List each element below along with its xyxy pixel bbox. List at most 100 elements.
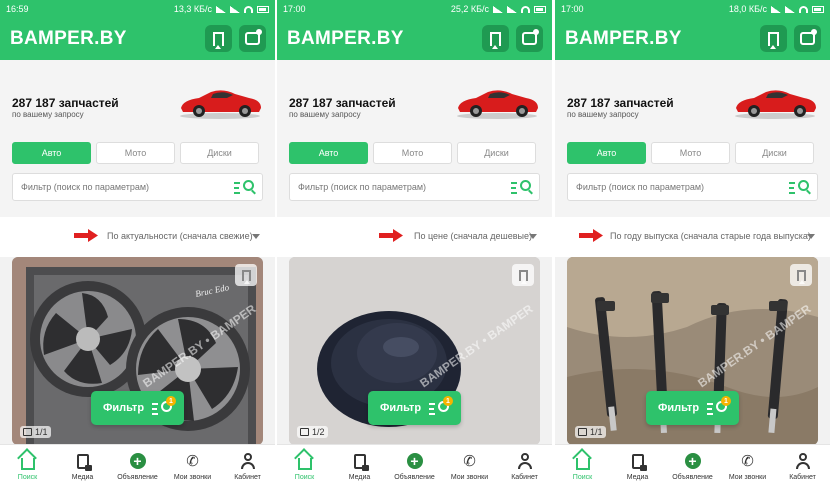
nav-media[interactable]: Медиа bbox=[55, 445, 110, 489]
network-speed: 25,2 КБ/с bbox=[450, 4, 489, 14]
phone-icon: ✆ bbox=[741, 453, 754, 470]
tab-wheels[interactable]: Диски bbox=[735, 142, 814, 164]
chevron-down-icon bbox=[252, 234, 260, 239]
filter-count-badge: 1 bbox=[721, 396, 731, 406]
nav-cabinet[interactable]: Кабинет bbox=[775, 445, 830, 489]
bookmarks-button[interactable] bbox=[482, 25, 509, 52]
nav-cabinet[interactable]: Кабинет bbox=[220, 445, 275, 489]
tab-auto[interactable]: Авто bbox=[567, 142, 646, 164]
network-speed: 13,3 КБ/с bbox=[173, 4, 212, 14]
sort-row[interactable]: По году выпуска (сначала старые года вып… bbox=[555, 217, 830, 257]
search-placeholder: Фильтр (поиск по параметрам) bbox=[298, 182, 427, 192]
tab-wheels[interactable]: Диски bbox=[457, 142, 536, 164]
user-icon bbox=[517, 453, 532, 469]
favorite-button[interactable] bbox=[790, 264, 812, 286]
favorite-button[interactable] bbox=[235, 264, 257, 286]
status-time: 17:00 bbox=[283, 4, 306, 14]
sort-label[interactable]: По актуальности (сначала свежие) bbox=[107, 231, 253, 241]
red-car-illustration bbox=[735, 90, 816, 119]
chat-icon bbox=[800, 29, 817, 45]
status-bar: 17:00 25,2 КБ/с bbox=[277, 0, 552, 18]
screens-comparison: 16:59 13,3 КБ/с BAMPER.BY 287 187 запчас… bbox=[0, 0, 830, 489]
filter-search-input[interactable]: Фильтр (поиск по параметрам) bbox=[567, 173, 818, 201]
tab-wheels[interactable]: Диски bbox=[180, 142, 259, 164]
tab-auto[interactable]: Авто bbox=[12, 142, 91, 164]
tab-moto[interactable]: Мото bbox=[651, 142, 730, 164]
app-header: BAMPER.BY bbox=[0, 18, 275, 60]
nav-cabinet[interactable]: Кабинет bbox=[497, 445, 552, 489]
tab-auto[interactable]: Авто bbox=[289, 142, 368, 164]
photo-counter: 1/1 bbox=[575, 426, 606, 438]
nav-calls[interactable]: ✆ Мои звонки bbox=[442, 445, 497, 489]
filter-fab-button[interactable]: Фильтр 1 bbox=[91, 391, 184, 425]
filter-fab-button[interactable]: Фильтр 1 bbox=[646, 391, 739, 425]
sort-row[interactable]: По актуальности (сначала свежие) bbox=[0, 217, 275, 257]
image-icon bbox=[300, 428, 309, 436]
messages-button[interactable] bbox=[516, 25, 543, 52]
sort-label[interactable]: По году выпуска (сначала старые года вып… bbox=[610, 231, 811, 241]
filter-count-badge: 1 bbox=[166, 396, 176, 406]
app-header: BAMPER.BY bbox=[277, 18, 552, 60]
vehicle-type-tabs: Авто Мото Диски bbox=[12, 142, 259, 164]
home-icon bbox=[20, 457, 35, 470]
signal-icon bbox=[507, 5, 517, 13]
bookmarks-button[interactable] bbox=[205, 25, 232, 52]
vehicle-type-tabs: Авто Мото Диски bbox=[289, 142, 536, 164]
bookmark-icon bbox=[490, 31, 501, 49]
results-count-subtitle: по вашему запросу bbox=[289, 110, 361, 119]
nav-new-ad[interactable]: + Объявление bbox=[665, 445, 720, 489]
filter-fab-label: Фильтр bbox=[658, 402, 700, 414]
chat-icon bbox=[245, 29, 262, 45]
filter-search-icon[interactable] bbox=[789, 179, 811, 195]
logo: BAMPER.BY bbox=[565, 28, 682, 49]
red-arrow-icon bbox=[379, 229, 403, 242]
messages-button[interactable] bbox=[239, 25, 266, 52]
nav-search[interactable]: Поиск bbox=[555, 445, 610, 489]
plus-icon: + bbox=[406, 453, 423, 469]
photo-counter: 1/1 bbox=[20, 426, 51, 438]
photo-counter: 1/2 bbox=[297, 426, 328, 438]
plus-icon: + bbox=[684, 453, 701, 469]
search-summary: 287 187 запчастей по вашему запросу Авто… bbox=[277, 60, 552, 217]
bookmarks-button[interactable] bbox=[760, 25, 787, 52]
status-bar: 17:00 18,0 КБ/с bbox=[555, 0, 830, 18]
nav-search[interactable]: Поиск bbox=[0, 445, 55, 489]
filter-fab-button[interactable]: Фильтр 1 bbox=[368, 391, 461, 425]
red-car-illustration bbox=[180, 90, 261, 119]
signal-icon bbox=[493, 5, 503, 13]
nav-search[interactable]: Поиск bbox=[277, 445, 332, 489]
results-count-subtitle: по вашему запросу bbox=[567, 110, 639, 119]
messages-button[interactable] bbox=[794, 25, 821, 52]
signal-icon bbox=[785, 5, 795, 13]
sort-row[interactable]: По цене (сначала дешевые) bbox=[277, 217, 552, 257]
tab-moto[interactable]: Мото bbox=[96, 142, 175, 164]
logo: BAMPER.BY bbox=[287, 28, 404, 49]
status-time: 17:00 bbox=[561, 4, 584, 14]
phone-icon: ✆ bbox=[186, 453, 199, 470]
filter-search-input[interactable]: Фильтр (поиск по параметрам) bbox=[289, 173, 540, 201]
nav-new-ad[interactable]: + Объявление bbox=[110, 445, 165, 489]
nav-media[interactable]: Медиа bbox=[610, 445, 665, 489]
screen-2: 17:00 25,2 КБ/с BAMPER.BY 287 187 запчас… bbox=[277, 0, 552, 489]
phone-icon: ✆ bbox=[463, 453, 476, 470]
favorite-button[interactable] bbox=[512, 264, 534, 286]
status-bar: 16:59 13,3 КБ/с bbox=[0, 0, 275, 18]
nav-media[interactable]: Медиа bbox=[332, 445, 387, 489]
filter-count-badge: 1 bbox=[443, 396, 453, 406]
photo-counter-text: 1/2 bbox=[312, 427, 325, 437]
filter-fab-label: Фильтр bbox=[380, 402, 422, 414]
filter-search-icon[interactable] bbox=[234, 179, 256, 195]
tab-moto[interactable]: Мото bbox=[373, 142, 452, 164]
nav-calls[interactable]: ✆ Мои звонки bbox=[720, 445, 775, 489]
nav-new-ad[interactable]: + Объявление bbox=[387, 445, 442, 489]
search-summary: 287 187 запчастей по вашему запросу Авто… bbox=[555, 60, 830, 217]
nav-calls[interactable]: ✆ Мои звонки bbox=[165, 445, 220, 489]
plus-icon: + bbox=[129, 453, 146, 469]
battery-icon bbox=[534, 5, 546, 13]
filter-search-icon[interactable] bbox=[511, 179, 533, 195]
filter-search-input[interactable]: Фильтр (поиск по параметрам) bbox=[12, 173, 263, 201]
wifi-icon bbox=[799, 5, 808, 13]
bookmark-icon bbox=[241, 269, 251, 284]
sort-label[interactable]: По цене (сначала дешевые) bbox=[414, 231, 532, 241]
signal-icon bbox=[216, 5, 226, 13]
